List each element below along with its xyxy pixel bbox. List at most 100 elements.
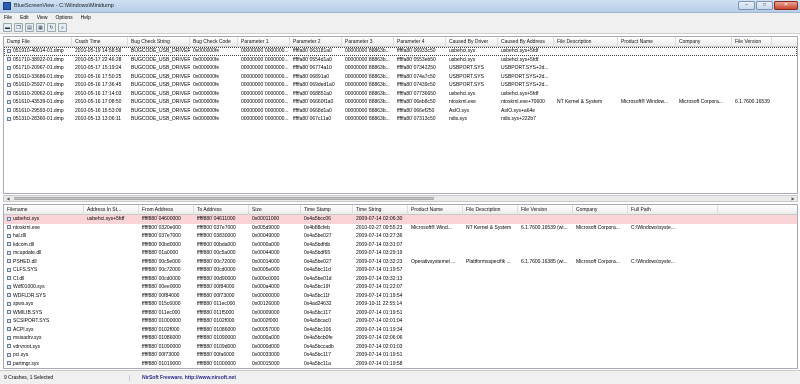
driver-row[interactable]: Wdf01000.sys fffff880`00ee0000 fffff880`00… xyxy=(4,283,797,292)
menu-edit[interactable]: Edit xyxy=(20,15,29,21)
column-header-size[interactable]: Size xyxy=(249,205,301,215)
properties-icon[interactable]: ▤ xyxy=(25,23,34,32)
column-header-parameter-3[interactable]: Parameter 3 xyxy=(342,37,394,47)
driver-row[interactable]: WDFLDR.SYS fffff880`00f84000 fffff880`00f7… xyxy=(4,292,797,301)
crash-dump-row[interactable]: 051910-40014-01.dmp 2010-05-19 14:58:58 BU… xyxy=(4,47,797,56)
column-header-dump-file[interactable]: Dump File xyxy=(4,37,72,47)
cell-full-path xyxy=(628,283,718,292)
column-header-parameter-4[interactable]: Parameter 4 xyxy=(394,37,446,47)
maximize-button[interactable]: □ xyxy=(756,1,773,10)
column-header-time-stamp[interactable]: Time Stamp xyxy=(301,205,353,215)
menu-view[interactable]: View xyxy=(37,15,48,21)
cell-file-version: 6.1.7600.16539 (wi... xyxy=(521,224,568,231)
column-header-company[interactable]: Company xyxy=(676,37,732,47)
copy-icon[interactable]: ❐ xyxy=(14,23,23,32)
crash-dump-row[interactable]: 051610-20062-01.dmp 2010-05-16 17:14:03 BU… xyxy=(4,90,797,99)
crash-dump-row[interactable]: 051610-29593-01.dmp 2010-05-16 15:53:09 BU… xyxy=(4,107,797,116)
html-report-icon[interactable]: ▦ xyxy=(36,23,45,32)
cell-file-version xyxy=(518,309,573,318)
crash-dump-row[interactable]: 051710-38922-01.dmp 2010-05-17 22:46:28 BU… xyxy=(4,56,797,65)
scroll-thumb[interactable] xyxy=(14,197,434,200)
column-header-file-version[interactable]: File Version xyxy=(732,37,772,47)
column-header-from-address[interactable]: From Address xyxy=(139,205,194,215)
cell-company xyxy=(573,232,628,241)
driver-row[interactable]: vdrvroot.sys fffff880`01090000 fffff880`01… xyxy=(4,343,797,352)
driver-row[interactable]: hal.dll fffff800`037e7000 fffff800`0383000… xyxy=(4,232,797,241)
column-header-file-description[interactable]: File Description xyxy=(463,205,518,215)
cell-dump-file: 051910-40014-01.dmp xyxy=(4,47,72,56)
cell-crash-time: 2010-05-17 15:19:24 xyxy=(75,65,122,71)
cell-text: PSHED.dll xyxy=(13,258,37,265)
find-icon[interactable]: ⌕ xyxy=(58,23,67,32)
driver-row[interactable]: PSHED.dll fffff880`00c5e000 fffff880`00c72… xyxy=(4,258,797,267)
refresh-icon[interactable]: ↻ xyxy=(47,23,56,32)
column-header-crash-time[interactable]: Crash Time xyxy=(72,37,128,47)
column-header-address-in-st[interactable]: Address In St... xyxy=(84,205,139,215)
driver-row[interactable]: partmgr.sys fffff880`01019000 fffff880`010… xyxy=(4,360,797,369)
driver-file-icon xyxy=(7,352,11,357)
driver-row[interactable]: spws.sys fffff880`015c6000 fffff880`011ec0… xyxy=(4,300,797,309)
column-header-caused-by-address[interactable]: Caused By Address xyxy=(498,37,554,47)
column-header-product-name[interactable]: Product Name xyxy=(408,205,463,215)
column-header-parameter-2[interactable]: Parameter 2 xyxy=(290,37,342,47)
dump-file-icon xyxy=(7,99,11,104)
crash-dump-row[interactable]: 051610-43539-01.dmp 2010-05-16 17:08:50 BU… xyxy=(4,98,797,107)
crash-dump-row[interactable]: 051710-20967-01.dmp 2010-05-17 15:19:24 BU… xyxy=(4,64,797,73)
cell-size: 0x00126000 xyxy=(252,301,280,307)
cell-file-description xyxy=(554,115,618,124)
dump-file-icon xyxy=(7,48,11,53)
crash-dump-row[interactable]: 051310-28360-01.dmp 2010-05-13 13:06:11 BU… xyxy=(4,115,797,124)
driver-row[interactable]: WMILIB.SYS fffff880`011ec000 fffff880`011f… xyxy=(4,309,797,318)
driver-row[interactable]: CLFS.SYS fffff880`00c72000 fffff880`00cd00… xyxy=(4,266,797,275)
column-header-company[interactable]: Company xyxy=(573,205,628,215)
driver-row[interactable]: ACPI.sys fffff880`0102f000 fffff880`010860… xyxy=(4,326,797,335)
cell-to-address: fffff880`00c5a000 xyxy=(197,250,236,256)
column-header-filename[interactable]: Filename xyxy=(4,205,84,215)
menu-help[interactable]: Help xyxy=(81,15,91,21)
cell-product-name xyxy=(408,232,463,241)
driver-row[interactable]: pci.sys fffff880`00f73000 fffff880`00fa600… xyxy=(4,351,797,360)
nirsoft-link[interactable]: NirSoft Freeware. http://www.nirsoft.net xyxy=(130,375,236,381)
column-header-file-description[interactable]: File Description xyxy=(554,37,618,47)
driver-file-icon xyxy=(7,327,11,332)
column-header-full-path[interactable]: Full Path xyxy=(628,205,718,215)
scroll-left-icon[interactable]: ◀ xyxy=(4,196,12,201)
driver-file-icon xyxy=(7,233,11,238)
cell-filename: vdrvroot.sys xyxy=(4,343,84,352)
driver-row[interactable]: msisadrv.sys fffff880`01086000 fffff880`01… xyxy=(4,334,797,343)
driver-row[interactable]: mcupdate.dll fffff880`01a0000 fffff880`00c… xyxy=(4,249,797,258)
cell-size: 0x00057000 xyxy=(252,326,280,333)
cell-filename: PSHED.dll xyxy=(4,258,84,267)
column-header-time-string[interactable]: Time String xyxy=(353,205,408,215)
column-header-to-address[interactable]: To Address xyxy=(194,205,249,215)
cell-time-stamp: 0x4a5be027 xyxy=(304,233,332,239)
column-header-file-version[interactable]: File Version xyxy=(518,205,573,215)
minimize-button[interactable]: – xyxy=(738,1,755,10)
close-button[interactable]: ✕ xyxy=(774,1,798,10)
driver-row[interactable]: SCSIPORT.SYS fffff880`01000000 fffff880`01… xyxy=(4,317,797,326)
cell-size: 0x00014000 xyxy=(252,258,280,265)
cell-full-path xyxy=(628,275,718,284)
driver-row[interactable]: ntoskrnl.exe fffff800`0320e000 fffff800`03… xyxy=(4,224,797,233)
driver-row[interactable]: CI.dll fffff880`00cd0000 fffff880`00d90000… xyxy=(4,275,797,284)
column-header-product-name[interactable]: Product Name xyxy=(618,37,676,47)
menu-options[interactable]: Options xyxy=(55,15,72,21)
cell-bug-check-code: 0x000000fe xyxy=(193,116,220,122)
column-header-caused-by-driver[interactable]: Caused By Driver xyxy=(446,37,498,47)
menu-file[interactable]: File xyxy=(4,15,12,21)
scroll-right-icon[interactable]: ▶ xyxy=(789,196,797,201)
driver-list[interactable]: Filename Address In St... From Address To A… xyxy=(3,204,798,369)
cell-file-version xyxy=(518,266,573,275)
cell-text: CI.dll xyxy=(13,275,25,282)
crash-dump-row[interactable]: 051610-25927-01.dmp 2010-05-16 17:36:45 BU… xyxy=(4,81,797,90)
crash-dump-list[interactable]: Dump File Crash Time Bug Check String Bug C… xyxy=(3,36,798,194)
crash-dump-row[interactable]: 051610-33686-01.dmp 2010-05-16 17:50:25 BU… xyxy=(4,73,797,82)
column-header-bug-check-string[interactable]: Bug Check String xyxy=(128,37,190,47)
column-header-bug-check-code[interactable]: Bug Check Code xyxy=(190,37,238,47)
driver-row[interactable]: kdcom.dll fffff800`00bd0000 fffff800`00bda… xyxy=(4,241,797,250)
cell-time-string: 2009-07-14 03:32:23 xyxy=(356,258,403,265)
crash-list-scrollbar[interactable]: ◀ ▶ xyxy=(3,195,798,202)
driver-row[interactable]: usbehci.sys usbehci.sys+5fdf fffff880`0460… xyxy=(4,215,797,224)
column-header-parameter-1[interactable]: Parameter 1 xyxy=(238,37,290,47)
save-icon[interactable]: ▬ xyxy=(3,23,12,32)
